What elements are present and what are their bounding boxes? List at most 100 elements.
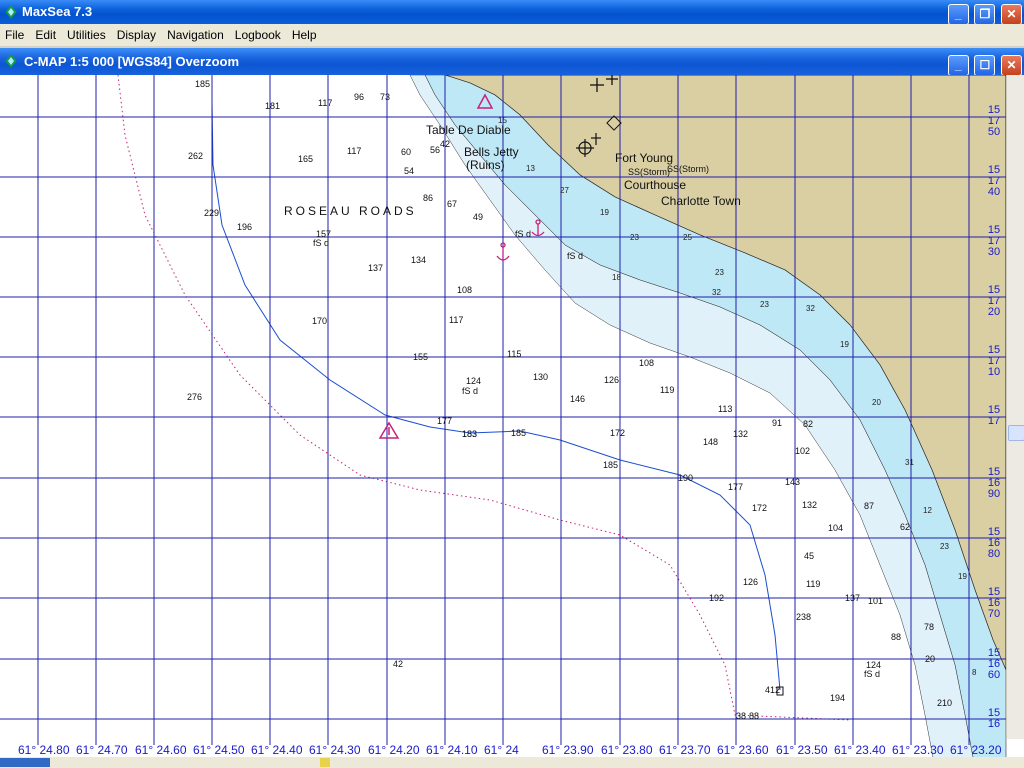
sounding: 42: [393, 659, 403, 669]
menu-logbook[interactable]: Logbook: [230, 24, 287, 46]
sounding: 137: [368, 263, 383, 273]
scrollbar-thumb[interactable]: [1008, 425, 1024, 441]
sounding: 157: [316, 229, 331, 239]
sounding: 137: [845, 593, 860, 603]
lon-label: 61° 24.30: [309, 743, 361, 757]
sounding-decoration: 23: [715, 268, 724, 277]
sounding: 134: [411, 255, 426, 265]
sounding: 124: [466, 376, 481, 386]
seabed-note: fS d: [462, 386, 478, 396]
lat-min: 17: [987, 415, 1001, 427]
sounding: 117: [347, 146, 361, 156]
chart-minimize-button[interactable]: _: [947, 55, 969, 76]
lat-sec: 40: [987, 186, 1001, 198]
sounding: 49: [473, 212, 483, 222]
sounding: 56: [430, 145, 440, 155]
chart-canvas[interactable]: 183 ROSEAU ROADS Table De Diable Bells J…: [0, 75, 1024, 768]
menu-navigation[interactable]: Navigation: [162, 24, 230, 46]
sounding: 54: [404, 166, 414, 176]
lat-sec: 30: [987, 246, 1001, 258]
sounding: 192: [709, 593, 724, 603]
sounding: 276: [187, 392, 202, 402]
nautical-chart[interactable]: 183 ROSEAU ROADS Table De Diable Bells J…: [0, 75, 1024, 768]
chart-window-title-bar[interactable]: C-MAP 1:5 000 [WGS84] Overzoom _ ☐ ✕: [0, 48, 1024, 76]
light-beacon-icon[interactable]: [378, 421, 400, 439]
sounding-decoration: 12: [923, 506, 932, 515]
maxsea-app-icon: [5, 5, 17, 19]
sounding: 20: [925, 654, 935, 664]
sounding: 146: [570, 394, 585, 404]
lon-label: 61° 24.50: [193, 743, 245, 757]
sounding-decoration: 32: [806, 304, 815, 313]
sounding: 67: [447, 199, 457, 209]
sounding: 62: [900, 522, 910, 532]
menu-display[interactable]: Display: [112, 24, 162, 46]
place-ruins: (Ruins): [466, 158, 505, 172]
sounding-decoration: 32: [712, 288, 721, 297]
menu-edit[interactable]: Edit: [30, 24, 62, 46]
sounding-decoration: 25: [683, 233, 692, 242]
app-minimize-button[interactable]: _: [947, 4, 969, 25]
sounding: 155: [413, 352, 428, 362]
sounding-decoration: 23: [630, 233, 639, 242]
sounding: 87: [864, 501, 874, 511]
lon-label: 61° 24.60: [135, 743, 187, 757]
sounding: 238: [796, 612, 811, 622]
sounding: 126: [743, 577, 758, 587]
chart-close-button[interactable]: ✕: [1001, 55, 1022, 76]
sounding: 117: [449, 315, 463, 325]
sounding: 88: [891, 632, 901, 642]
menu-help[interactable]: Help: [287, 24, 323, 46]
sounding: 126: [604, 375, 619, 385]
signal-station-label: SS(Storm): [667, 164, 709, 174]
sounding: 124: [866, 660, 881, 670]
chart-window-title: C-MAP 1:5 000 [WGS84] Overzoom: [24, 54, 240, 69]
sounding: 38: [736, 711, 746, 721]
sounding: 130: [533, 372, 548, 382]
menu-bar: File Edit Utilities Display Navigation Logboo…: [0, 24, 1024, 46]
app-close-button[interactable]: ✕: [1001, 4, 1022, 25]
longitude-axis: 61° 24.80 61° 24.70 61° 24.60 61° 24.50 …: [0, 743, 1006, 757]
sounding: 185: [603, 460, 618, 470]
lat-sec: 60: [987, 669, 1001, 681]
status-segment: [0, 758, 50, 767]
lon-label: 61° 24.70: [76, 743, 128, 757]
sounding-decoration: 19: [600, 208, 609, 217]
sounding: 108: [457, 285, 472, 295]
app-title-bar[interactable]: MaxSea 7.3 _ ❐ ✕: [0, 0, 1024, 25]
lon-label: 61° 23.90: [542, 743, 594, 757]
sounding: 60: [401, 147, 411, 157]
sounding: 82: [803, 419, 813, 429]
sounding: 177: [437, 416, 452, 426]
sounding: 101: [868, 596, 883, 606]
app-restore-button[interactable]: ❐: [974, 4, 996, 25]
menu-file[interactable]: File: [0, 24, 30, 46]
lon-label: 61° 23.70: [659, 743, 711, 757]
sounding-decoration: 23: [940, 542, 949, 551]
sounding: 91: [772, 418, 782, 428]
sounding: 88: [749, 711, 759, 721]
vertical-scrollbar[interactable]: [1006, 75, 1024, 739]
lat-min: 16: [987, 718, 1001, 730]
lon-label: 61° 23.30: [892, 743, 944, 757]
sounding: 172: [752, 503, 767, 513]
sounding: 45: [804, 551, 814, 561]
sounding-decoration: 18: [612, 273, 621, 282]
sounding: 181: [265, 101, 280, 111]
sounding: 119: [660, 385, 674, 395]
chart-maximize-button[interactable]: ☐: [974, 55, 996, 76]
sounding: 170: [312, 316, 327, 326]
menu-utilities[interactable]: Utilities: [62, 24, 112, 46]
lon-label: 61° 24.20: [368, 743, 420, 757]
lon-label: 61° 24: [484, 743, 519, 757]
lon-label: 61° 23.60: [717, 743, 769, 757]
lat-sec: 50: [987, 126, 1001, 138]
status-indicator: [320, 758, 330, 767]
sounding: 210: [937, 698, 952, 708]
sounding: 115: [507, 349, 521, 359]
place-courthouse: Courthouse: [624, 178, 686, 192]
place-charlotte-town: Charlotte Town: [661, 194, 741, 208]
sounding: 143: [785, 477, 800, 487]
app-title: MaxSea 7.3: [22, 4, 93, 19]
sounding: 119: [806, 579, 820, 589]
